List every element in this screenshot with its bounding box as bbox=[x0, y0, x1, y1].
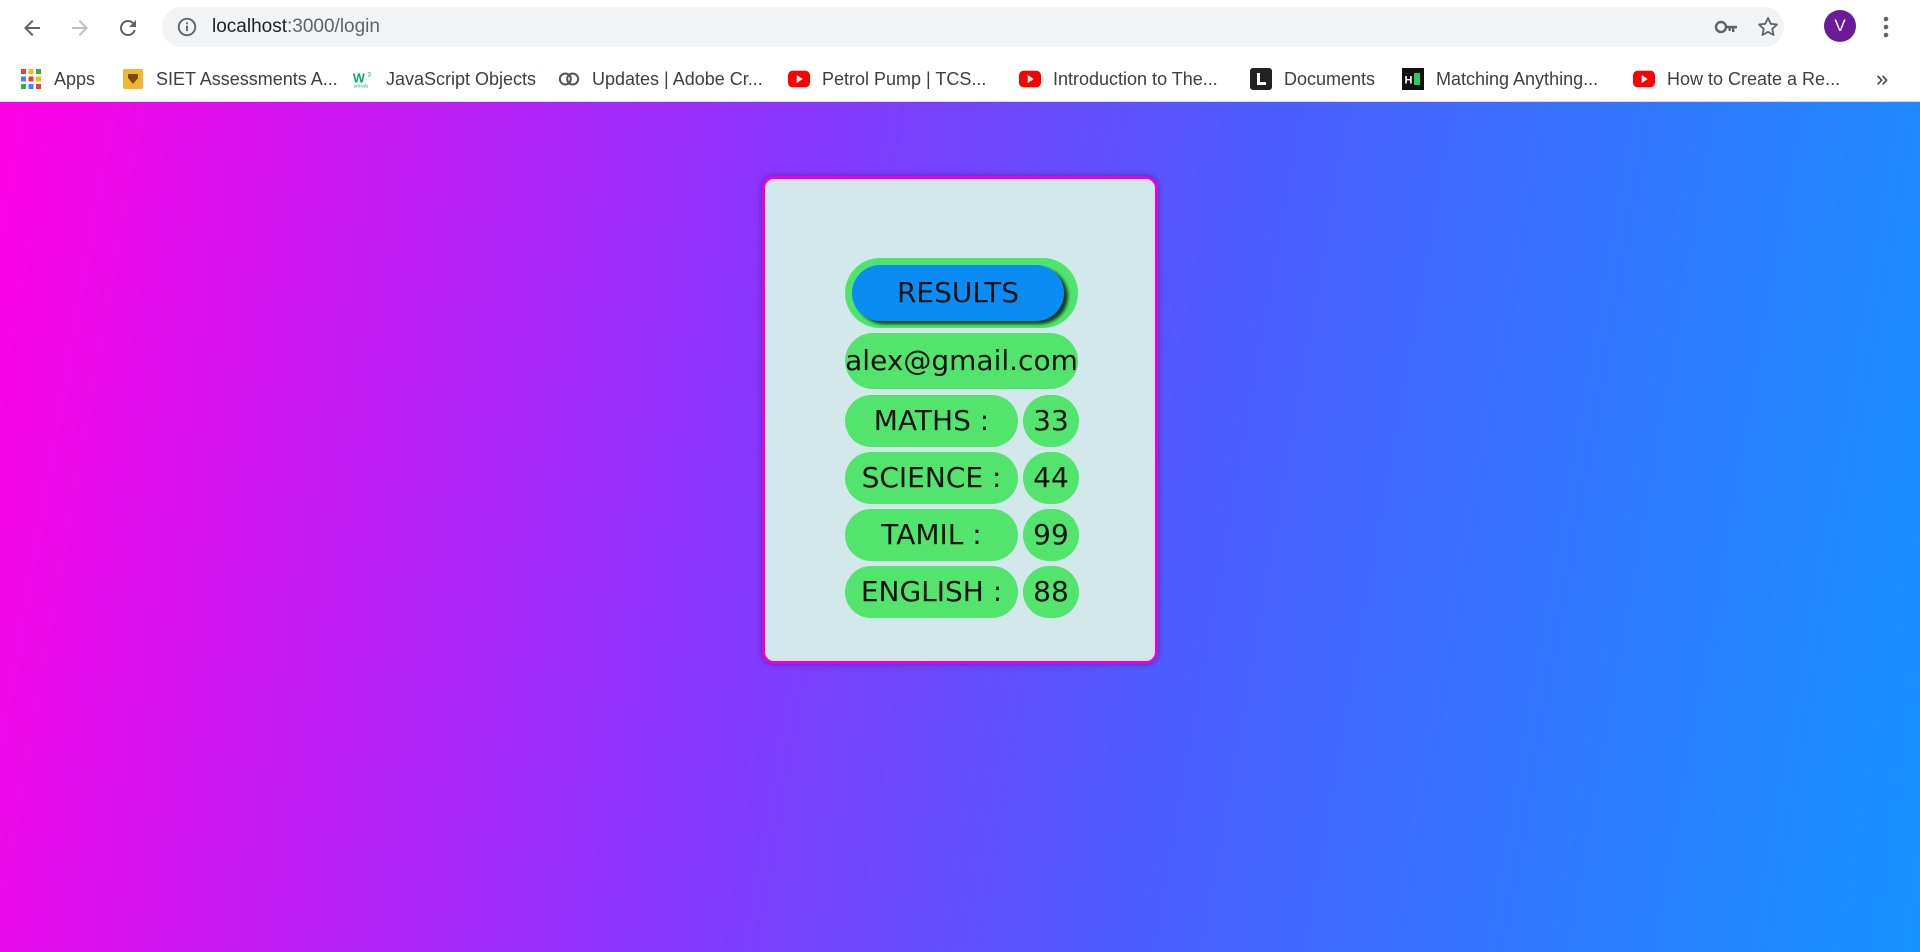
back-button[interactable] bbox=[14, 10, 50, 46]
score-science: 44 bbox=[1023, 452, 1079, 504]
arrow-left-icon bbox=[24, 20, 40, 36]
bookmark-label: Petrol Pump | TCS... bbox=[822, 68, 987, 89]
bookmark-label: Documents bbox=[1284, 68, 1376, 89]
bookmark-javascript-objects[interactable]: W 3 schools JavaScript Objects bbox=[352, 56, 536, 102]
results-button[interactable]: RESULTS bbox=[852, 265, 1064, 321]
url-path: :3000/login bbox=[287, 16, 380, 37]
siet-icon bbox=[122, 68, 144, 90]
youtube-icon bbox=[1633, 68, 1655, 90]
bookmark-label: Updates | Adobe Cr... bbox=[592, 68, 763, 89]
star-icon[interactable] bbox=[1756, 15, 1780, 39]
profile-avatar[interactable]: V bbox=[1824, 10, 1856, 42]
bookmark-label: Matching Anything... bbox=[1436, 68, 1599, 89]
arrow-right-icon bbox=[72, 20, 88, 36]
subject-label-science: SCIENCE : bbox=[845, 452, 1018, 504]
bookmark-petrol-pump[interactable]: Petrol Pump | TCS... bbox=[788, 56, 986, 102]
apps-grid-icon bbox=[20, 68, 42, 90]
bookmark-adobe[interactable]: Updates | Adobe Cr... bbox=[558, 56, 763, 102]
results-card: RESULTS alex@gmail.com MATHS : 33 SCIENC… bbox=[762, 176, 1158, 664]
bookmark-siet[interactable]: SIET Assessments A... bbox=[122, 56, 338, 102]
score-maths: 33 bbox=[1023, 395, 1079, 447]
bookmark-label: JavaScript Objects bbox=[386, 68, 537, 89]
url-host: localhost bbox=[212, 16, 287, 37]
bookmark-label: SIET Assessments A... bbox=[156, 68, 338, 89]
info-icon[interactable] bbox=[176, 16, 198, 38]
w3schools-icon: W 3 schools bbox=[352, 68, 374, 90]
reload-button[interactable] bbox=[110, 10, 146, 46]
bookmark-documents[interactable]: Documents bbox=[1250, 56, 1375, 102]
forward-button[interactable] bbox=[62, 10, 98, 46]
address-bar[interactable]: localhost:3000/login bbox=[162, 7, 1784, 47]
browser-toolbar: localhost:3000/login V bbox=[0, 0, 1920, 56]
bookmark-apps[interactable]: Apps bbox=[20, 56, 95, 102]
svg-text:schools: schools bbox=[354, 83, 368, 88]
adobe-cc-icon bbox=[558, 68, 580, 90]
score-tamil: 99 bbox=[1023, 509, 1079, 561]
bookmark-introduction[interactable]: Introduction to The... bbox=[1019, 56, 1218, 102]
bookmark-label: Introduction to The... bbox=[1053, 68, 1218, 89]
page-background: RESULTS alex@gmail.com MATHS : 33 SCIENC… bbox=[0, 102, 1920, 952]
youtube-icon bbox=[788, 68, 810, 90]
bookmark-matching-anything[interactable]: H Matching Anything... bbox=[1402, 56, 1598, 102]
bookmarks-bar: Apps SIET Assessments A... W 3 schools Jav… bbox=[0, 56, 1920, 102]
results-button-wrapper: RESULTS bbox=[845, 258, 1078, 328]
bookmark-how-to-create[interactable]: How to Create a Re... bbox=[1633, 56, 1840, 102]
bookmark-label: How to Create a Re... bbox=[1667, 68, 1841, 89]
more-vert-icon[interactable] bbox=[1876, 12, 1896, 42]
subject-label-tamil: TAMIL : bbox=[845, 509, 1018, 561]
url-text[interactable]: localhost:3000/login bbox=[212, 7, 380, 47]
hackerrank-icon: H bbox=[1402, 68, 1424, 90]
svg-text:3: 3 bbox=[367, 71, 371, 78]
youtube-icon bbox=[1019, 68, 1041, 90]
bookmark-label: Apps bbox=[54, 68, 96, 89]
subject-label-maths: MATHS : bbox=[845, 395, 1018, 447]
lumin-icon bbox=[1250, 68, 1272, 90]
subject-label-english: ENGLISH : bbox=[845, 566, 1018, 618]
email-display: alex@gmail.com bbox=[845, 333, 1078, 389]
reload-icon bbox=[119, 19, 136, 36]
bookmarks-overflow-button[interactable]: » bbox=[1876, 56, 1888, 102]
svg-text:H: H bbox=[1405, 75, 1413, 87]
key-icon[interactable] bbox=[1714, 16, 1738, 38]
score-english: 88 bbox=[1023, 566, 1079, 618]
